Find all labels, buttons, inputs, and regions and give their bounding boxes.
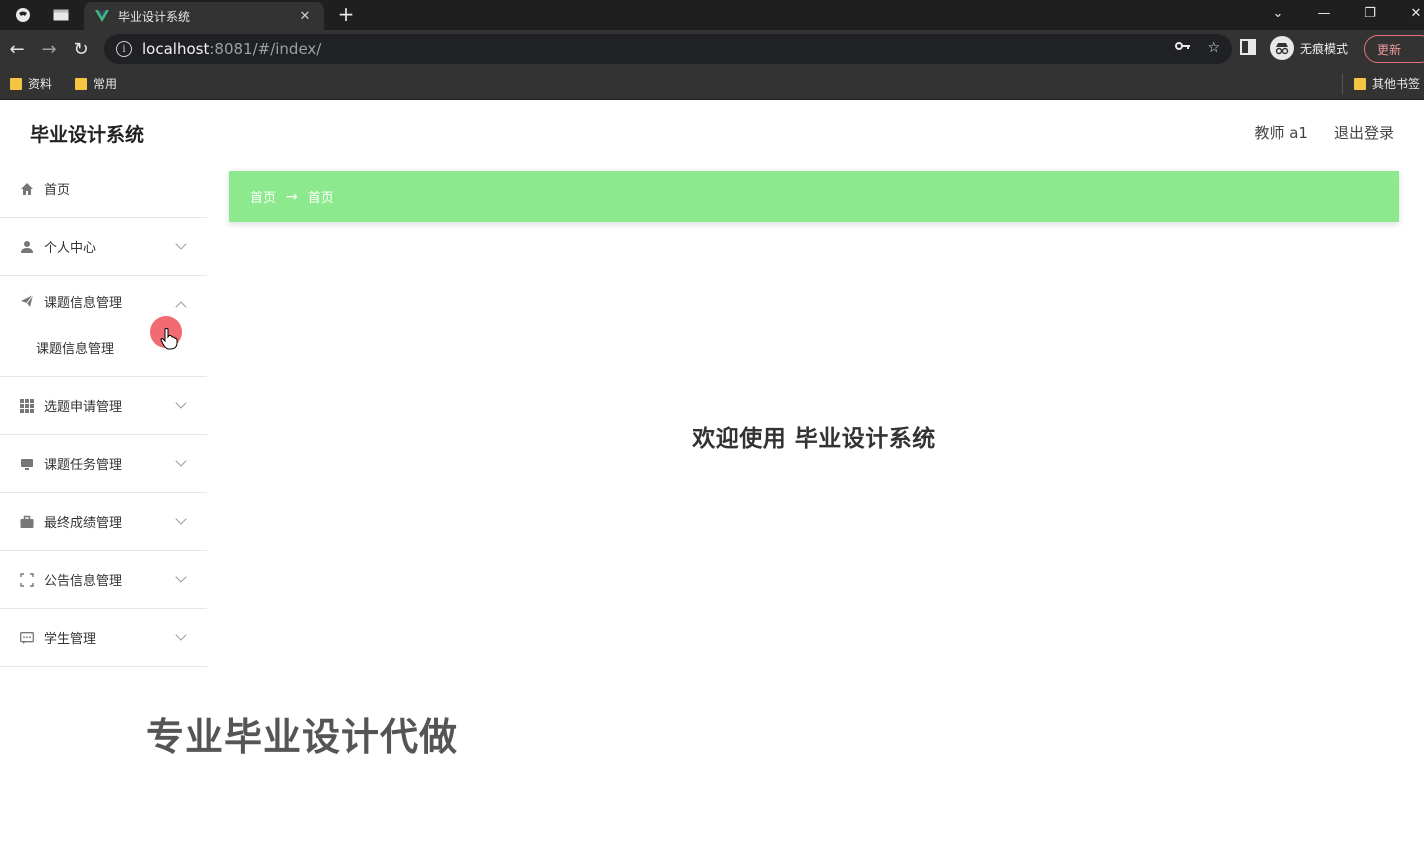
breadcrumb: 首页 → 首页 [229, 171, 1399, 222]
folder-icon [1354, 77, 1366, 90]
info-icon[interactable]: i [116, 41, 132, 57]
paper-plane-icon [20, 294, 34, 308]
sidebar-item-announcement[interactable]: 公告信息管理 [0, 551, 207, 609]
fullscreen-icon [20, 572, 34, 587]
new-tab-button[interactable]: + [334, 2, 358, 26]
app-title: 毕业设计系统 [30, 124, 145, 146]
chevron-down-icon [175, 513, 187, 525]
bookmark-folder[interactable]: 常用 [75, 75, 117, 92]
chevron-down-icon [175, 397, 187, 409]
sidebar-item-topic-task[interactable]: 课题任务管理 [0, 435, 207, 493]
address-bar[interactable]: i localhost:8081/#/index/ ☆ [104, 34, 1232, 64]
bookmarks-bar: 资料 常用 其他书签 [0, 68, 1424, 100]
browser-tab-bar: 毕业设计系统 ✕ + ⌄ — ❐ ✕ [0, 0, 1424, 30]
app-root: 毕业设计系统 教师 a1 退出登录 首页 个人中心 课题信息管理 课题信息管理 … [0, 100, 1424, 864]
sidebar-item-home[interactable]: 首页 [0, 160, 207, 218]
browser-toolbar: ← → ↻ i localhost:8081/#/index/ ☆ 无痕模式 更… [0, 30, 1424, 68]
sidebar-item-label: 公告信息管理 [44, 574, 123, 589]
hand-cursor-icon [160, 328, 178, 350]
close-icon[interactable]: ✕ [296, 9, 314, 24]
main-content: 欢迎使用 毕业设计系统 [229, 232, 1394, 864]
user-icon [20, 240, 34, 254]
vue-icon [94, 8, 110, 24]
incognito-label: 无痕模式 [1300, 41, 1349, 56]
window-close-icon[interactable]: ✕ [1394, 0, 1424, 26]
chat-icon [20, 631, 34, 645]
other-bookmarks-label: 其他书签 [1372, 77, 1421, 91]
update-label: 更新 [1377, 42, 1402, 57]
chevron-up-icon [175, 301, 187, 313]
user-label: 教师 a1 [1254, 124, 1308, 142]
sidebar-item-label: 课题任务管理 [44, 458, 123, 473]
bookmark-label: 常用 [93, 77, 118, 91]
minimize-icon[interactable]: — [1302, 0, 1346, 26]
sidebar-item-final-grade[interactable]: 最终成绩管理 [0, 493, 207, 551]
breadcrumb-item[interactable]: 首页 [250, 187, 276, 206]
tab-search-icon[interactable] [50, 4, 72, 26]
other-bookmarks[interactable]: 其他书签 [1354, 75, 1420, 92]
divider [1342, 74, 1343, 94]
home-icon [20, 182, 34, 196]
update-button[interactable]: 更新 [1364, 35, 1424, 63]
chevron-down-icon[interactable]: ⌄ [1256, 0, 1300, 26]
side-panel-icon[interactable] [1240, 39, 1258, 57]
logout-link[interactable]: 退出登录 [1334, 122, 1394, 143]
breadcrumb-item: 首页 [307, 191, 334, 206]
browser-menu-icon[interactable] [12, 4, 34, 26]
folder-icon [75, 77, 87, 90]
sidebar-item-personal-center[interactable]: 个人中心 [0, 218, 207, 276]
sidebar: 首页 个人中心 课题信息管理 课题信息管理 选题申请管理 课题任务管理 最终成绩… [0, 160, 207, 667]
sidebar-item-label: 课题信息管理 [44, 295, 123, 311]
url-path: :8081/#/index/ [209, 40, 322, 58]
chevron-down-icon [175, 238, 187, 250]
chevron-down-icon [175, 571, 187, 583]
bookmark-folder[interactable]: 资料 [10, 75, 52, 92]
user-area: 教师 a1 退出登录 [1254, 122, 1394, 143]
restore-icon[interactable]: ❐ [1348, 0, 1392, 26]
url-host: localhost [142, 40, 210, 58]
sidebar-item-label: 首页 [44, 183, 71, 198]
sidebar-item-label: 个人中心 [44, 241, 97, 256]
breadcrumb-separator: → [286, 188, 298, 205]
sidebar-item-label: 选题申请管理 [44, 400, 123, 415]
sidebar-item-topic-application[interactable]: 选题申请管理 [0, 377, 207, 435]
folder-icon [10, 77, 22, 90]
key-icon[interactable] [1175, 40, 1191, 56]
sidebar-subitem-label: 课题信息管理 [36, 341, 115, 357]
browser-tab[interactable]: 毕业设计系统 ✕ [84, 2, 324, 30]
incognito-indicator[interactable]: 无痕模式 [1270, 36, 1348, 60]
reload-icon[interactable]: ↻ [68, 36, 94, 62]
forward-icon[interactable]: → [36, 36, 62, 62]
welcome-heading: 欢迎使用 毕业设计系统 [692, 426, 936, 452]
monitor-icon [20, 457, 34, 471]
bookmark-label: 资料 [28, 77, 53, 91]
incognito-icon [1270, 36, 1294, 60]
star-icon[interactable]: ☆ [1207, 40, 1220, 56]
back-icon[interactable]: ← [4, 36, 30, 62]
tab-title: 毕业设计系统 [118, 9, 191, 24]
video-watermark-text: 专业毕业设计代做 [146, 715, 459, 759]
sidebar-item-student[interactable]: 学生管理 [0, 609, 207, 667]
briefcase-icon [20, 515, 34, 529]
chevron-down-icon [175, 455, 187, 467]
sidebar-item-label: 最终成绩管理 [44, 516, 123, 531]
sidebar-item-label: 学生管理 [44, 632, 97, 647]
chevron-down-icon [175, 629, 187, 641]
grid-icon [20, 398, 34, 413]
